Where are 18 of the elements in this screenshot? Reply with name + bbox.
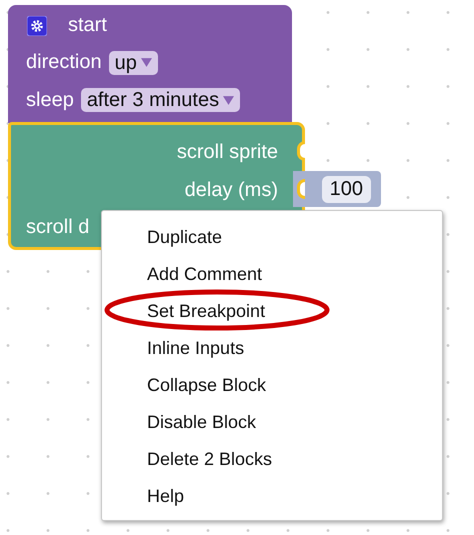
dropdown-field[interactable]: up [108,50,158,75]
field-label: sleep [26,88,74,112]
menu-item[interactable]: Inline Inputs [102,330,442,367]
input-label: scroll sprite [176,140,278,164]
block-title: start [68,14,107,38]
dropdown-field[interactable]: after 3 minutes [80,88,240,112]
field-label: direction [26,51,102,74]
value-block[interactable]: 100 [293,171,381,207]
number-field[interactable]: 100 [322,176,371,202]
menu-item[interactable]: Set Breakpoint [102,293,442,330]
input-label: delay (ms) [184,178,278,202]
menu-item[interactable]: Delete 2 Blocks [102,441,442,478]
menu-item[interactable]: Add Comment [102,256,442,293]
menu-item[interactable]: Disable Block [102,404,442,441]
block[interactable]: start direction up sleep after 3 minutes [8,5,292,123]
menu-item[interactable]: Help [102,478,442,515]
menu-item[interactable]: Collapse Block [102,367,442,404]
block-label: scroll d [25,216,90,239]
